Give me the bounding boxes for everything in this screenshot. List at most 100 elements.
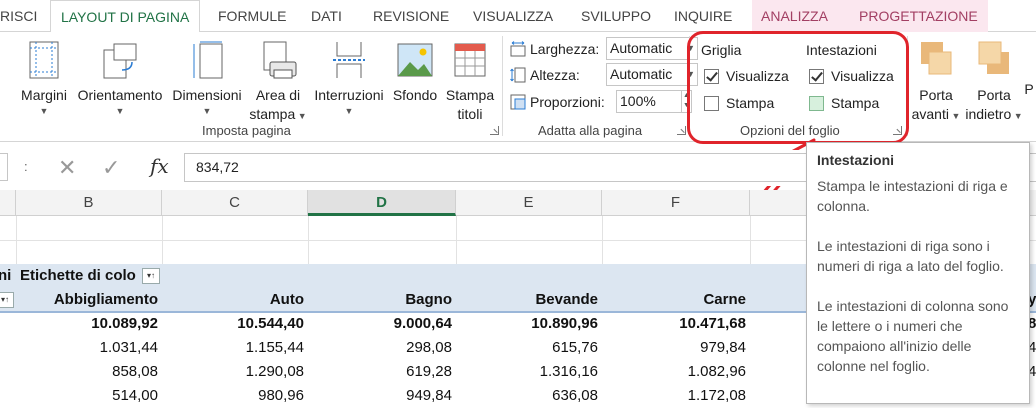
disponi-extra-button[interactable]: P xyxy=(1022,80,1036,99)
dialog-launcher-icon[interactable] xyxy=(677,126,686,135)
chevron-down-icon: ▼ xyxy=(686,69,695,79)
chevron-down-icon: ▼ xyxy=(686,43,695,53)
dialog-launcher-icon[interactable] xyxy=(893,126,902,135)
enter-icon[interactable]: ✓ xyxy=(102,155,120,181)
data-cell[interactable]: 979,84 xyxy=(602,336,746,360)
data-cell[interactable]: 1.082,96 xyxy=(602,360,746,384)
print-area-icon xyxy=(263,41,297,79)
data-cell[interactable]: 858,08 xyxy=(16,360,158,384)
checkbox-unchecked[interactable] xyxy=(704,96,719,111)
data-cell[interactable]: 1.155,44 xyxy=(162,336,304,360)
tab-inserisci[interactable]: RISCI xyxy=(0,0,37,32)
checkbox-checked[interactable] xyxy=(809,69,824,84)
dialog-launcher-icon[interactable] xyxy=(490,126,499,135)
header-cell[interactable]: Abbigliamento xyxy=(16,288,158,312)
larghezza-select[interactable]: Automatic ▼ xyxy=(606,37,698,60)
proporzioni-row: Proporzioni: 100% ▲ ▼ xyxy=(510,90,715,114)
intestazioni-visualizza-checkbox[interactable]: Visualizza xyxy=(809,67,909,87)
column-header-e[interactable]: E xyxy=(456,190,602,216)
gridline xyxy=(16,216,17,266)
tooltip-paragraph: Stampa le intestazioni di riga e colonna… xyxy=(817,178,1008,214)
dimensioni-button[interactable]: Dimensioni ▼ xyxy=(168,40,246,117)
header-cell[interactable]: Bagno xyxy=(308,288,452,312)
insert-function-button[interactable]: fx xyxy=(150,154,169,178)
page-breaks-icon xyxy=(333,42,365,78)
data-cell[interactable]: 514,00 xyxy=(16,384,158,408)
tab-formule[interactable]: FORMULE xyxy=(218,0,286,32)
tab-analizza[interactable]: ANALIZZA xyxy=(761,0,828,32)
checkbox-unchecked[interactable] xyxy=(809,96,824,111)
column-header-b[interactable]: B xyxy=(16,190,162,216)
checkbox-checked[interactable] xyxy=(704,69,719,84)
tab-progettazione[interactable]: PROGETTAZIONE xyxy=(859,0,978,32)
griglia-title: Griglia xyxy=(701,42,742,58)
tab-inquire[interactable]: INQUIRE xyxy=(674,0,732,32)
chevron-down-icon: ▼ xyxy=(295,111,307,121)
column-header-f[interactable]: F xyxy=(602,190,750,216)
chevron-down-icon: ▼ xyxy=(115,106,125,116)
column-header-d[interactable]: D xyxy=(308,190,456,216)
gridline xyxy=(162,216,163,266)
interruzioni-button[interactable]: Interruzioni ▼ xyxy=(310,40,388,117)
column-header-a[interactable] xyxy=(0,190,16,216)
chevron-down-icon: ▼ xyxy=(202,106,212,116)
pivot-row-label-fragment: ni xyxy=(0,267,12,284)
height-icon xyxy=(510,67,526,83)
column-header-c[interactable]: C xyxy=(162,190,308,216)
data-cell[interactable]: 980,96 xyxy=(162,384,304,408)
header-cell[interactable]: Bevande xyxy=(456,288,598,312)
data-cell[interactable]: 1.172,08 xyxy=(602,384,746,408)
porta-avanti-button[interactable]: Porta avanti ▼ xyxy=(910,40,962,126)
altezza-select[interactable]: Automatic ▼ xyxy=(606,63,698,86)
filter-dropdown-icon[interactable]: ▾↑ xyxy=(142,268,160,284)
chevron-down-icon: ▼ xyxy=(39,106,49,116)
altezza-row: Altezza: Automatic ▼ xyxy=(510,63,715,87)
proporzioni-input[interactable]: 100% xyxy=(616,90,682,113)
tab-layout-di-pagina[interactable]: LAYOUT DI PAGINA xyxy=(50,0,201,33)
total-cell[interactable]: 10.890,96 xyxy=(456,312,598,336)
sfondo-button[interactable]: Sfondo xyxy=(388,40,442,105)
gridline xyxy=(750,216,751,266)
griglia-stampa-checkbox[interactable]: Stampa xyxy=(704,94,804,114)
data-cell[interactable]: 949,84 xyxy=(308,384,452,408)
data-cell[interactable]: 636,08 xyxy=(456,384,598,408)
porta-indietro-button[interactable]: Porta indietro ▼ xyxy=(964,40,1024,126)
data-cell[interactable]: 1.031,44 xyxy=(16,336,158,360)
tooltip-paragraph: Le intestazioni di riga sono i numeri di… xyxy=(817,238,1004,274)
data-cell[interactable]: 298,08 xyxy=(308,336,452,360)
total-cell[interactable]: 10.471,68 xyxy=(602,312,746,336)
gridline xyxy=(456,216,457,266)
pivot-column-labels: Etichette di colo xyxy=(20,267,136,284)
group-label-imposta-pagina: Imposta pagina xyxy=(202,123,291,138)
page-size-icon xyxy=(193,41,223,79)
griglia-visualizza-checkbox[interactable]: Visualizza xyxy=(704,67,804,87)
tab-dati[interactable]: DATI xyxy=(311,0,342,32)
cancel-icon[interactable]: ✕ xyxy=(58,155,76,181)
tab-visualizza[interactable]: VISUALIZZA xyxy=(473,0,553,32)
tab-revisione[interactable]: REVISIONE xyxy=(373,0,449,32)
proporzioni-spinner[interactable]: ▲ ▼ xyxy=(682,90,692,113)
gridline xyxy=(308,216,309,266)
chevron-down-icon: ▼ xyxy=(344,106,354,116)
name-box[interactable] xyxy=(0,153,8,181)
data-cell[interactable]: 1.290,08 xyxy=(162,360,304,384)
header-cell[interactable]: Carne xyxy=(602,288,746,312)
orientamento-button[interactable]: Orientamento ▼ xyxy=(72,40,168,117)
data-cell[interactable]: 1.316,16 xyxy=(456,360,598,384)
filter-dropdown-icon[interactable]: ▾↑ xyxy=(0,292,14,308)
send-backward-icon xyxy=(978,41,1009,74)
total-cell[interactable]: 10.544,40 xyxy=(162,312,304,336)
data-cell[interactable]: 619,28 xyxy=(308,360,452,384)
stampa-titoli-button[interactable]: Stampa titoli xyxy=(442,40,498,124)
data-cell[interactable]: 615,76 xyxy=(456,336,598,360)
header-cell[interactable]: Auto xyxy=(162,288,304,312)
tooltip-paragraph: Le intestazioni di colonna sono le lette… xyxy=(817,298,1009,374)
ribbon-tab-bar: RISCI LAYOUT DI PAGINA FORMULE DATI REVI… xyxy=(0,0,1036,33)
total-cell[interactable]: 9.000,64 xyxy=(308,312,452,336)
tab-sviluppo[interactable]: SVILUPPO xyxy=(581,0,651,32)
area-di-stampa-button[interactable]: Area di stampa ▼ xyxy=(246,40,310,126)
total-cell[interactable]: 10.089,92 xyxy=(16,312,158,336)
intestazioni-stampa-checkbox[interactable]: Stampa xyxy=(809,94,909,114)
chevron-down-icon: ▼ xyxy=(1011,111,1023,121)
margini-button[interactable]: Margini ▼ xyxy=(16,40,72,117)
